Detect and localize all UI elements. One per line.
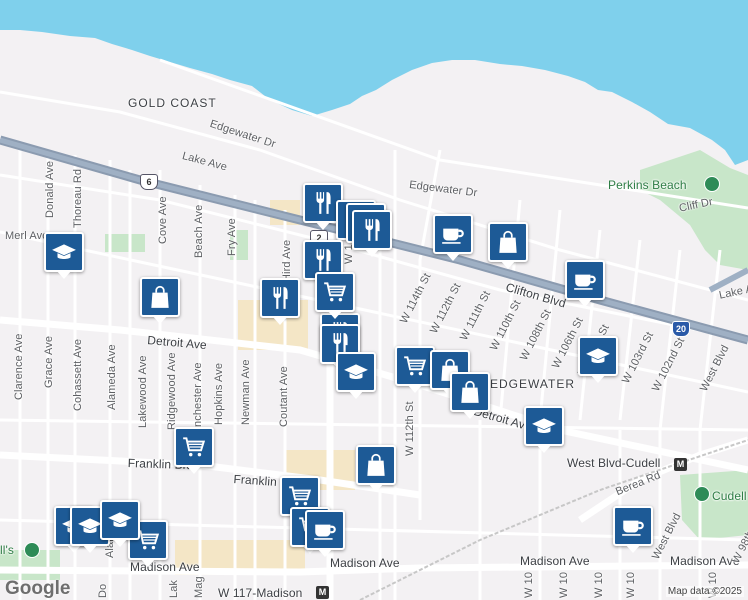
poi-pin-shop[interactable] [140,277,180,324]
street-label-clarence-ave: Clarence Ave [13,333,25,400]
street-label-hird-ave: Hird Ave [281,239,293,282]
street-label-cove-ave: Cove Ave [157,196,169,244]
poi-pin-cafe[interactable] [305,510,345,557]
poi-pin-shop[interactable] [450,372,490,419]
coffee-cup-icon [620,513,646,539]
street-label-newman-ave: Newman Ave [240,359,252,425]
street-label-donald-ave: Donald Ave [44,160,56,218]
shopping-cart-icon [402,353,428,379]
street-label-coutant-ave: Coutant Ave [278,366,290,427]
park-label-ll-s: ll's [0,543,15,557]
poi-pin-shop[interactable] [356,445,396,492]
park-tree-icon[interactable] [704,176,720,192]
restaurant-icon [267,285,293,311]
street-label-grace-ave: Grace Ave [43,335,55,388]
street-label-franklin-2: Franklin [233,472,278,489]
poi-pin-school[interactable] [524,406,564,453]
park-pin-icon[interactable] [694,486,710,502]
street-label-beach-ave: Beach Ave [193,204,205,258]
street-label-w10-4: W 10 [625,571,637,598]
poi-pin-school[interactable] [336,352,376,399]
street-label-w10-3: W 10 [593,571,605,598]
street-label-west-blvd-cudell: West Blvd-Cudell [567,456,661,470]
street-label-w112th-st-vert: W 112th St [404,401,416,456]
school-cap-icon [343,359,369,385]
shopping-cart-icon [181,434,207,460]
poi-pin-school[interactable] [44,232,84,279]
poi-pin-school[interactable] [100,500,140,547]
school-cap-icon [531,413,557,439]
poi-pin-shop[interactable] [488,222,528,269]
street-label-w10-1: W 10 [523,571,535,598]
school-cap-icon [585,343,611,369]
coffee-cup-icon [572,267,598,293]
park-label-perkins-beach: Perkins Beach [608,178,687,192]
poi-pin-restaurant[interactable] [352,210,392,257]
park-pin-icon-2[interactable] [24,542,40,558]
neighborhood-edgewater: EDGEWATER [490,377,576,391]
restaurant-icon [310,247,336,273]
shopping-cart-icon [322,279,348,305]
lake-water [0,0,748,165]
street-label-fry-ave: Fry Ave [226,218,238,256]
poi-pin-cafe[interactable] [433,214,473,261]
poi-pin-grocery[interactable] [315,272,355,319]
coffee-cup-icon [312,517,338,543]
shopping-bag-icon [457,379,483,405]
street-label-do-partial: Do [97,583,109,598]
street-label-lak-partial: Lak [168,579,180,598]
street-label-alameda-ave: Alameda Ave [106,344,118,410]
restaurant-icon [359,217,385,243]
street-label-madison-ave-2: Madison Ave [330,556,400,570]
street-label-cohassett-ave: Cohassett Ave [72,338,84,411]
street-label-thoreau-rd: Thoreau Rd [72,168,84,228]
park-label-cudell: Cudell [712,489,747,503]
school-cap-icon [107,507,133,533]
street-label-madison-ave-3: Madison Ave [520,554,590,568]
route-20-shield: 20 [672,321,690,337]
school-cap-icon [51,239,77,265]
poi-pin-restaurant[interactable] [260,278,300,325]
coffee-cup-icon [440,221,466,247]
street-label-lakewood-ave: Lakewood Ave [137,355,149,428]
street-label-w10-2: W 10 [558,571,570,598]
shopping-bag-icon [495,229,521,255]
metro-station-icon-2[interactable]: M [316,586,329,599]
street-label-mag-partial: Mag [193,576,205,598]
street-label-w117-madison: W 117-Madison [218,586,303,600]
street-label-ridgewood-ave: Ridgewood Ave [166,352,178,430]
google-logo[interactable]: Google [5,578,70,600]
shopping-bag-icon [147,284,173,310]
shopping-bag-icon [363,452,389,478]
cudell-park [680,470,748,540]
street-label-madison-ave-4: Madison Ave [670,554,740,568]
restaurant-icon [310,190,336,216]
street-label-hopkins-ave: Hopkins Ave [213,362,225,425]
neighborhood-gold-coast: GOLD COAST [128,96,217,110]
map-canvas[interactable]: GOLD COAST EDGEWATER Edgewater Dr Edgewa… [0,0,748,600]
us-route-6-shield: 6 [140,174,158,190]
poi-pin-school[interactable] [578,336,618,383]
poi-pin-cafe[interactable] [613,506,653,553]
street-label-merl-ave: Merl Ave [5,230,49,242]
poi-pin-cafe[interactable] [565,260,605,307]
poi-pin-grocery[interactable] [395,346,435,393]
shopping-cart-icon [287,483,313,509]
poi-pin-grocery[interactable] [174,427,214,474]
map-attribution[interactable]: Map data ©2025 [665,586,744,597]
metro-station-icon[interactable]: M [674,458,687,471]
